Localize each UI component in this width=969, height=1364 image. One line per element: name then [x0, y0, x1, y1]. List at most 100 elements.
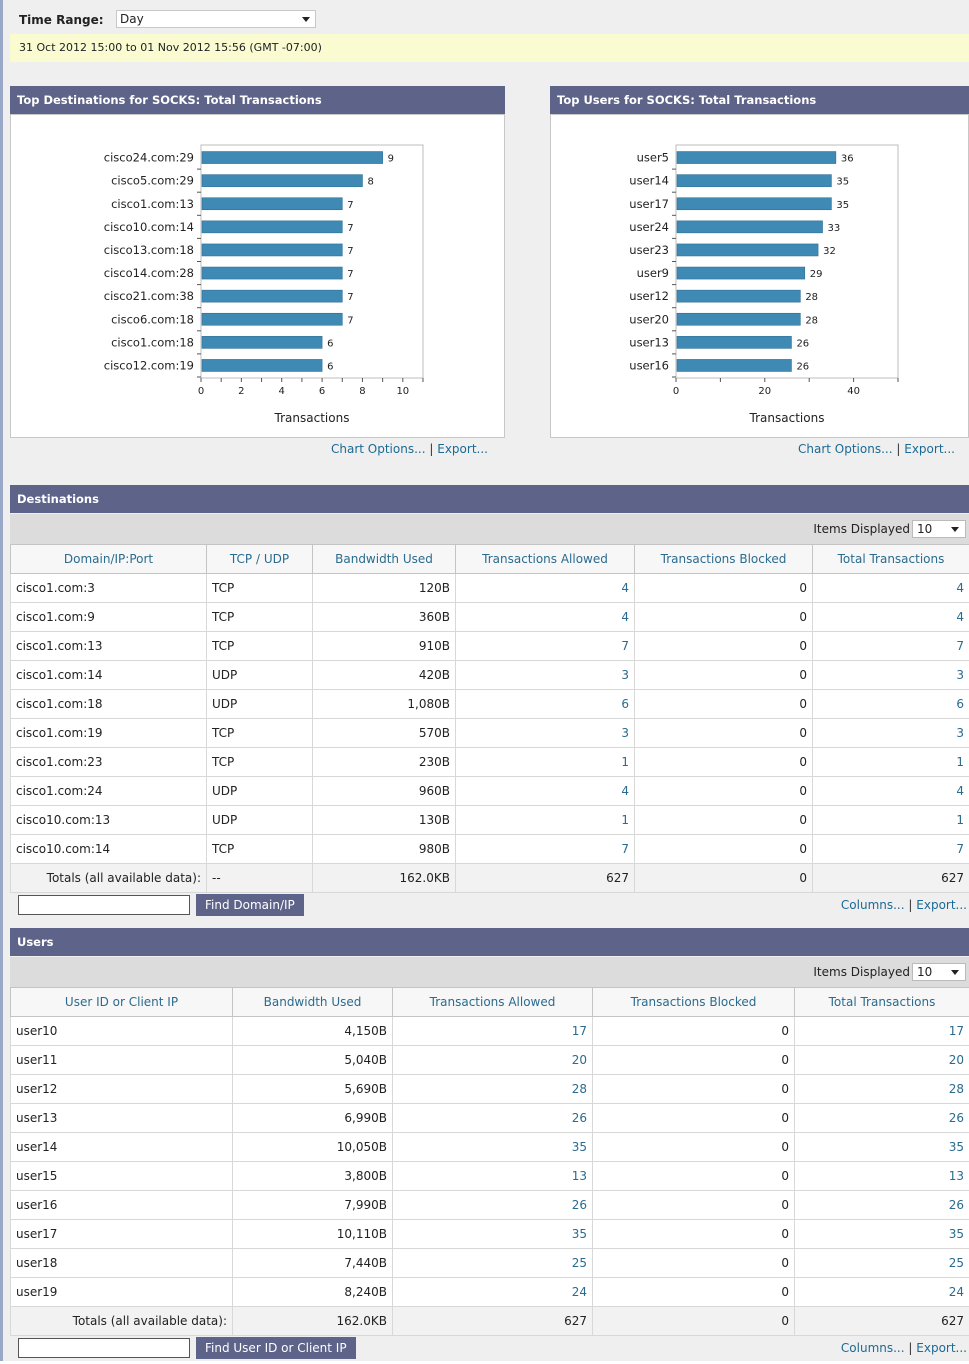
bar[interactable]	[677, 244, 818, 256]
bar[interactable]	[202, 198, 342, 210]
bar[interactable]	[202, 313, 342, 325]
table-cell[interactable]: 24	[795, 1278, 969, 1307]
data-label: 9	[388, 154, 394, 165]
data-label: 26	[796, 361, 809, 372]
bar[interactable]	[202, 221, 342, 233]
totals-cell: 627	[393, 1307, 593, 1336]
category-label: cisco21.com:38	[104, 289, 194, 303]
table-cell[interactable]: 35	[393, 1133, 593, 1162]
table-cell[interactable]: 25	[393, 1249, 593, 1278]
column-header-total[interactable]: Total Transactions	[795, 988, 969, 1017]
bar[interactable]	[677, 359, 791, 371]
table-cell[interactable]: 3	[813, 661, 969, 690]
bar[interactable]	[202, 152, 383, 164]
column-header-bandwidth[interactable]: Bandwidth Used	[233, 988, 393, 1017]
column-header-protocol[interactable]: TCP / UDP	[207, 545, 313, 574]
column-header-blocked[interactable]: Transactions Blocked	[635, 545, 813, 574]
time-range-select[interactable]: Day	[116, 10, 316, 28]
table-export-link[interactable]: Export...	[916, 1341, 967, 1355]
table-cell[interactable]: 7	[456, 632, 635, 661]
chart-export-link[interactable]: Export...	[904, 442, 955, 456]
bar[interactable]	[677, 198, 831, 210]
table-cell[interactable]: 28	[393, 1075, 593, 1104]
column-header-bandwidth[interactable]: Bandwidth Used	[313, 545, 456, 574]
destinations-chart-panel: cisco24.com:299cisco5.com:298cisco1.com:…	[10, 114, 505, 438]
table-cell: 0	[593, 1278, 795, 1307]
table-cell[interactable]: 20	[795, 1046, 969, 1075]
table-cell[interactable]: 28	[795, 1075, 969, 1104]
items-displayed-select[interactable]: 10	[912, 963, 966, 981]
table-cell[interactable]: 1	[813, 806, 969, 835]
destinations-find-row: Find Domain/IP Columns... | Export...	[10, 891, 969, 921]
columns-link[interactable]: Columns...	[841, 1341, 905, 1355]
bar[interactable]	[677, 175, 831, 187]
table-cell: 0	[635, 690, 813, 719]
find-domain-input[interactable]	[18, 895, 190, 915]
table-row: user198,240B24024	[11, 1278, 969, 1307]
table-cell[interactable]: 4	[456, 777, 635, 806]
table-cell[interactable]: 6	[813, 690, 969, 719]
x-tick-label: 2	[238, 386, 244, 397]
bar[interactable]	[202, 267, 342, 279]
bar[interactable]	[202, 336, 322, 348]
column-header-allowed[interactable]: Transactions Allowed	[456, 545, 635, 574]
table-cell[interactable]: 17	[393, 1017, 593, 1046]
table-cell[interactable]: 1	[456, 748, 635, 777]
table-cell[interactable]: 17	[795, 1017, 969, 1046]
column-header-total[interactable]: Total Transactions	[813, 545, 969, 574]
table-cell[interactable]: 35	[795, 1133, 969, 1162]
bar[interactable]	[202, 290, 342, 302]
table-cell[interactable]: 24	[393, 1278, 593, 1307]
bar[interactable]	[202, 359, 322, 371]
find-user-input[interactable]	[18, 1338, 190, 1358]
table-cell[interactable]: 4	[813, 574, 969, 603]
table-cell[interactable]: 20	[393, 1046, 593, 1075]
table-cell[interactable]: 3	[456, 719, 635, 748]
table-cell[interactable]: 26	[393, 1104, 593, 1133]
column-header-domain[interactable]: Domain/IP:Port	[11, 545, 207, 574]
table-cell[interactable]: 7	[813, 632, 969, 661]
table-cell[interactable]: 4	[456, 603, 635, 632]
table-cell[interactable]: 4	[813, 603, 969, 632]
bar[interactable]	[677, 267, 805, 279]
columns-link[interactable]: Columns...	[841, 898, 905, 912]
bar[interactable]	[677, 336, 791, 348]
chart-export-link[interactable]: Export...	[437, 442, 488, 456]
find-user-button[interactable]: Find User ID or Client IP	[196, 1337, 356, 1359]
table-cell[interactable]: 3	[813, 719, 969, 748]
table-cell[interactable]: 26	[795, 1104, 969, 1133]
bar[interactable]	[677, 152, 836, 164]
chart-options-link[interactable]: Chart Options...	[798, 442, 893, 456]
chart-options-link[interactable]: Chart Options...	[331, 442, 426, 456]
category-label: cisco13.com:18	[104, 243, 194, 257]
items-displayed-select[interactable]: 10	[912, 520, 966, 538]
table-cell: 0	[593, 1104, 795, 1133]
table-cell[interactable]: 4	[813, 777, 969, 806]
totals-cell: 0	[635, 864, 813, 893]
table-cell[interactable]: 1	[813, 748, 969, 777]
table-cell[interactable]: 4	[456, 574, 635, 603]
table-cell[interactable]: 13	[795, 1162, 969, 1191]
table-cell[interactable]: 26	[795, 1191, 969, 1220]
bar[interactable]	[677, 290, 800, 302]
column-header-user[interactable]: User ID or Client IP	[11, 988, 233, 1017]
table-export-link[interactable]: Export...	[916, 898, 967, 912]
bar[interactable]	[677, 221, 823, 233]
table-cell: 10,110B	[233, 1220, 393, 1249]
bar[interactable]	[202, 175, 362, 187]
column-header-allowed[interactable]: Transactions Allowed	[393, 988, 593, 1017]
table-cell[interactable]: 26	[393, 1191, 593, 1220]
table-cell[interactable]: 35	[393, 1220, 593, 1249]
table-cell[interactable]: 6	[456, 690, 635, 719]
table-cell[interactable]: 3	[456, 661, 635, 690]
find-domain-button[interactable]: Find Domain/IP	[196, 894, 304, 916]
table-cell[interactable]: 13	[393, 1162, 593, 1191]
table-cell[interactable]: 25	[795, 1249, 969, 1278]
table-cell[interactable]: 7	[813, 835, 969, 864]
bar[interactable]	[202, 244, 342, 256]
table-cell[interactable]: 35	[795, 1220, 969, 1249]
column-header-blocked[interactable]: Transactions Blocked	[593, 988, 795, 1017]
bar[interactable]	[677, 313, 800, 325]
table-cell[interactable]: 1	[456, 806, 635, 835]
table-cell[interactable]: 7	[456, 835, 635, 864]
